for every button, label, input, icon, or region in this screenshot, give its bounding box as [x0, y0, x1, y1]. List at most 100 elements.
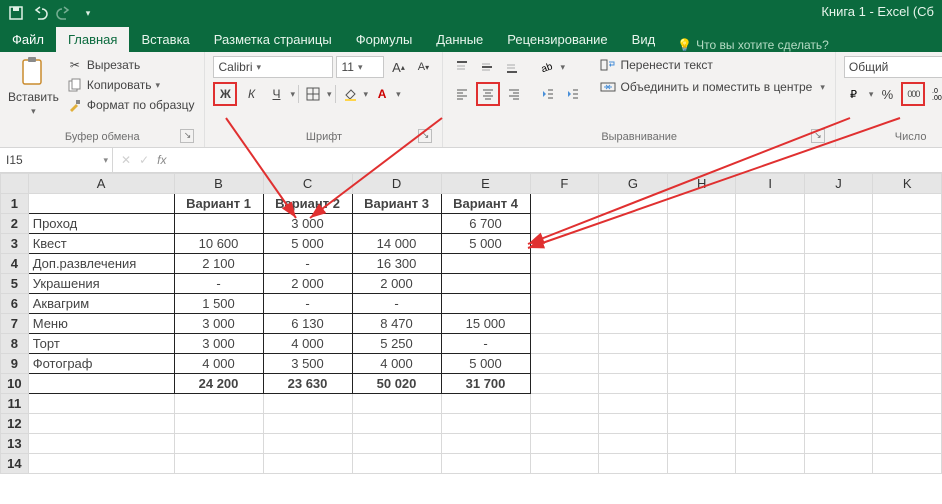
italic-button[interactable]: К: [240, 83, 262, 105]
column-header[interactable]: D: [352, 174, 441, 194]
cell[interactable]: [804, 254, 873, 274]
column-header[interactable]: J: [804, 174, 873, 194]
cell[interactable]: [667, 194, 736, 214]
cell[interactable]: 2 000: [352, 274, 441, 294]
cell[interactable]: [873, 254, 942, 274]
cell[interactable]: [599, 234, 668, 254]
cell[interactable]: Аквагрим: [28, 294, 174, 314]
column-header[interactable]: H: [667, 174, 736, 194]
cell[interactable]: 5 250: [352, 334, 441, 354]
cell[interactable]: [28, 374, 174, 394]
cell[interactable]: [736, 194, 804, 214]
cell[interactable]: [804, 394, 873, 414]
tab-page-layout[interactable]: Разметка страницы: [202, 27, 344, 52]
row-header[interactable]: 2: [1, 214, 29, 234]
cell[interactable]: [441, 434, 530, 454]
cell[interactable]: [873, 454, 942, 474]
cell[interactable]: [667, 434, 736, 454]
cell[interactable]: [530, 254, 599, 274]
increase-font-icon[interactable]: A▴: [387, 56, 409, 78]
cell[interactable]: [736, 314, 804, 334]
cell[interactable]: 10 600: [174, 234, 263, 254]
cell[interactable]: [599, 194, 668, 214]
cell[interactable]: 4 000: [174, 354, 263, 374]
cell[interactable]: 24 200: [174, 374, 263, 394]
row-header[interactable]: 3: [1, 234, 29, 254]
row-header[interactable]: 4: [1, 254, 29, 274]
accounting-format-icon[interactable]: ₽: [844, 83, 866, 105]
cell[interactable]: 6 700: [441, 214, 530, 234]
cell[interactable]: 4 000: [263, 334, 352, 354]
cell[interactable]: [352, 414, 441, 434]
cell[interactable]: [667, 374, 736, 394]
tab-view[interactable]: Вид: [620, 27, 668, 52]
row-header[interactable]: 11: [1, 394, 29, 414]
cell[interactable]: Вариант 2: [263, 194, 352, 214]
cell[interactable]: [530, 194, 599, 214]
cell[interactable]: [174, 214, 263, 234]
cell[interactable]: [263, 454, 352, 474]
column-header[interactable]: K: [873, 174, 942, 194]
row-header[interactable]: 7: [1, 314, 29, 334]
cell[interactable]: [263, 434, 352, 454]
cell[interactable]: [667, 414, 736, 434]
cell[interactable]: [352, 214, 441, 234]
tab-file[interactable]: Файл: [0, 27, 56, 52]
cell[interactable]: [352, 434, 441, 454]
cell[interactable]: 16 300: [352, 254, 441, 274]
cell[interactable]: [736, 374, 804, 394]
cell[interactable]: [599, 414, 668, 434]
spreadsheet-grid[interactable]: ABCDEFGHIJK1Вариант 1Вариант 2Вариант 3В…: [0, 173, 942, 474]
cell[interactable]: Украшения: [28, 274, 174, 294]
cell[interactable]: [736, 354, 804, 374]
tab-formulas[interactable]: Формулы: [344, 27, 425, 52]
row-header[interactable]: 10: [1, 374, 29, 394]
cell[interactable]: [28, 194, 174, 214]
cell[interactable]: [28, 434, 174, 454]
cell[interactable]: [873, 334, 942, 354]
cell[interactable]: [804, 194, 873, 214]
cell[interactable]: [873, 394, 942, 414]
cell[interactable]: 3 000: [174, 334, 263, 354]
font-color-button[interactable]: A: [371, 83, 393, 105]
cell[interactable]: 31 700: [441, 374, 530, 394]
cancel-icon[interactable]: ✕: [121, 153, 131, 167]
align-middle-icon[interactable]: [476, 56, 498, 78]
cell[interactable]: [804, 214, 873, 234]
cell[interactable]: [804, 334, 873, 354]
cell[interactable]: [28, 454, 174, 474]
column-header[interactable]: I: [736, 174, 804, 194]
clipboard-dialog-launcher[interactable]: ↘: [180, 129, 194, 143]
font-size-combo[interactable]: 11▾: [336, 56, 384, 78]
cell[interactable]: [599, 274, 668, 294]
cell[interactable]: [804, 354, 873, 374]
cell[interactable]: 5 000: [263, 234, 352, 254]
cell[interactable]: [599, 314, 668, 334]
number-format-combo[interactable]: Общий▾: [844, 56, 942, 78]
cell[interactable]: [530, 454, 599, 474]
column-header[interactable]: A: [28, 174, 174, 194]
cell[interactable]: [530, 414, 599, 434]
cell[interactable]: [736, 254, 804, 274]
underline-button[interactable]: Ч: [265, 83, 287, 105]
cell[interactable]: [599, 254, 668, 274]
cell[interactable]: [667, 354, 736, 374]
row-header[interactable]: 9: [1, 354, 29, 374]
cell[interactable]: [263, 394, 352, 414]
row-header[interactable]: 12: [1, 414, 29, 434]
cell[interactable]: [441, 274, 530, 294]
cell[interactable]: [530, 294, 599, 314]
row-header[interactable]: 6: [1, 294, 29, 314]
column-header[interactable]: G: [599, 174, 668, 194]
tab-review[interactable]: Рецензирование: [495, 27, 619, 52]
align-right-icon[interactable]: [503, 83, 525, 105]
alignment-dialog-launcher[interactable]: ↘: [811, 129, 825, 143]
cell[interactable]: Вариант 3: [352, 194, 441, 214]
cell[interactable]: [873, 314, 942, 334]
cell[interactable]: [441, 294, 530, 314]
cell[interactable]: Торт: [28, 334, 174, 354]
cell[interactable]: [804, 314, 873, 334]
cell[interactable]: Вариант 1: [174, 194, 263, 214]
wrap-text-button[interactable]: Перенести текст: [598, 56, 826, 74]
cell[interactable]: [873, 294, 942, 314]
